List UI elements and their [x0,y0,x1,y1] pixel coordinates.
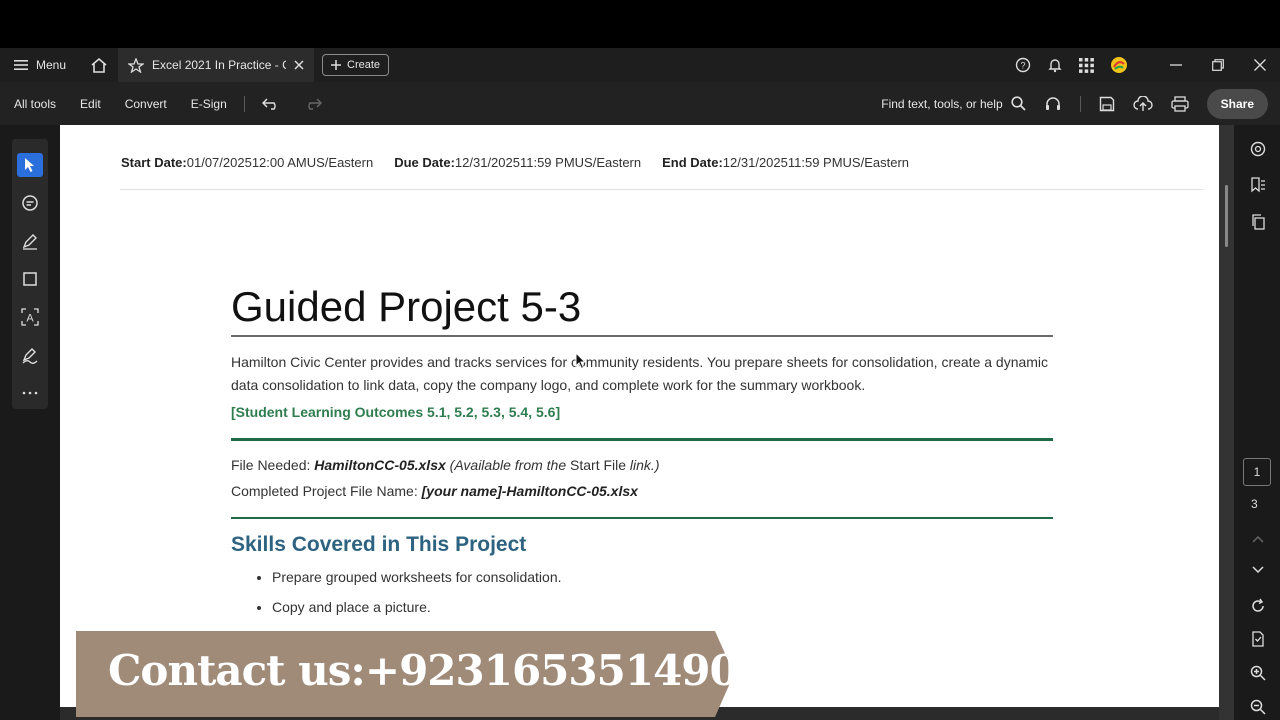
main-toolbar: All tools Edit Convert E-Sign Find text,… [0,82,1280,125]
quick-tools-panel: A [12,139,48,409]
file-needed-line: File Needed: HamiltonCC-05.xlsx (Availab… [231,457,660,473]
bookmark-icon[interactable] [1248,175,1268,195]
help-icon[interactable]: ? [1015,57,1031,73]
skills-heading: Skills Covered in This Project [231,533,527,556]
find-text-label: Find text, tools, or help [881,96,1003,111]
read-aloud-icon[interactable] [1044,96,1062,112]
close-window-icon[interactable] [1254,59,1266,71]
edit-button[interactable]: Edit [73,97,108,111]
list-item: Prepare grouped worksheets for consolida… [272,566,562,596]
rotate-icon[interactable] [1248,596,1268,616]
acrobat-window: Menu Excel 2021 In Practice - C... Creat… [0,0,1280,720]
menu-label: Menu [36,58,67,72]
total-pages: 3 [1251,497,1258,511]
text-recognition-icon[interactable]: A [17,305,43,329]
plus-icon [331,60,342,70]
project-title: Guided Project 5-3 [231,283,582,330]
zoom-out-icon[interactable] [1248,697,1268,717]
svg-text:A: A [26,313,34,325]
star-icon[interactable] [128,57,145,73]
learning-outcomes: [Student Learning Outcomes 5.1, 5.2, 5.3… [231,404,561,420]
create-label: Create [347,59,381,71]
toolbar-divider [243,95,245,112]
home-icon [90,57,108,74]
completed-file-name: [your name]-HamiltonCC-05.xlsx [421,483,638,499]
highlight-pen-icon[interactable] [17,229,43,253]
list-item: Copy and place a picture. [272,596,562,626]
copy-pages-icon[interactable] [1248,212,1268,232]
current-page-input[interactable]: 1 [1243,458,1271,486]
minimize-icon[interactable] [1170,59,1182,71]
close-tab-icon[interactable] [294,60,304,70]
print-icon[interactable] [1170,95,1189,112]
header-divider [120,189,1203,190]
contact-banner-text: Contact us:+923165351490 [108,646,739,695]
toolbar-divider-right [1079,95,1081,112]
completed-file-line: Completed Project File Name: [your name]… [231,483,638,499]
comment-icon[interactable] [17,191,43,215]
select-cursor-icon[interactable] [17,153,43,177]
mouse-cursor-icon [575,352,587,370]
outcomes-rule [231,438,1053,441]
more-icon[interactable] [17,381,43,405]
page-thumbnails-icon[interactable] [1248,629,1268,649]
files-rule [231,517,1053,519]
chevron-down-icon[interactable] [1248,560,1268,580]
save-icon[interactable] [1099,96,1115,112]
svg-text:?: ? [1020,61,1025,71]
project-description: Hamilton Civic Center provides and track… [231,354,1049,393]
restore-icon[interactable] [1212,59,1224,71]
rectangle-shape-icon[interactable] [17,267,43,291]
redo-icon[interactable] [297,97,329,110]
hamburger-icon [14,59,28,71]
convert-button[interactable]: Convert [118,97,174,111]
apps-grid-icon[interactable] [1079,57,1094,73]
start-date: Start Date:01/07/202512:00 AMUS/Eastern [121,155,374,170]
end-date: End Date:12/31/202511:59 PMUS/Eastern [662,155,910,170]
create-button[interactable]: Create [322,54,390,76]
home-button[interactable] [80,48,118,82]
due-date: Due Date:12/31/202511:59 PMUS/Eastern [394,155,642,170]
start-file-link[interactable]: Start File [570,457,626,473]
esign-button[interactable]: E-Sign [184,97,234,111]
menu-button[interactable]: Menu [0,48,80,82]
tab-title: Excel 2021 In Practice - C... [152,58,287,72]
undo-icon[interactable] [255,97,287,110]
title-rule [231,335,1053,337]
title-bar: Menu Excel 2021 In Practice - C... Creat… [0,48,1280,82]
chevron-up-icon[interactable] [1248,529,1268,549]
share-button[interactable]: Share [1206,88,1268,119]
bell-icon[interactable] [1047,57,1063,73]
search-icon [1011,96,1026,111]
zoom-in-icon[interactable] [1248,663,1268,683]
fill-sign-icon[interactable] [17,343,43,367]
left-tool-rail: A [0,125,60,720]
all-tools-button[interactable]: All tools [0,97,63,111]
user-avatar-icon[interactable] [1110,56,1128,74]
skills-list: Prepare grouped worksheets for consolida… [272,566,562,626]
assignment-dates: Start Date:01/07/202512:00 AMUS/Eastern … [121,155,909,170]
ai-assistant-icon[interactable] [1248,139,1268,159]
upload-cloud-icon[interactable] [1132,95,1153,112]
document-page[interactable]: Start Date:01/07/202512:00 AMUS/Eastern … [60,125,1219,720]
document-tab[interactable]: Excel 2021 In Practice - C... [118,48,315,82]
find-tools-search[interactable]: Find text, tools, or help [881,96,1026,111]
file-needed-name: HamiltonCC-05.xlsx [314,457,446,473]
scrollbar-thumb[interactable] [1225,185,1228,247]
